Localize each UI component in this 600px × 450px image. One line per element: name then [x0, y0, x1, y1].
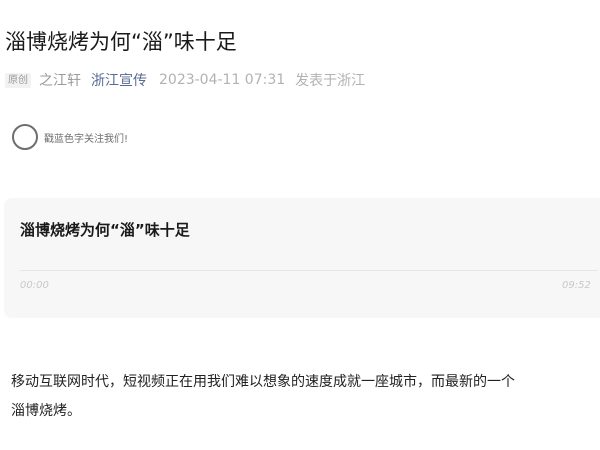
- publish-location: 发表于浙江: [295, 73, 366, 89]
- paragraph-line: 淄博烧烤。: [11, 403, 81, 419]
- article-page: 淄博烧烤为何“淄”味十足 原创 之江轩 浙江宣传 2023-04-11 07:3…: [0, 0, 600, 450]
- circle-icon: [12, 124, 38, 150]
- account-link[interactable]: 浙江宣传: [91, 70, 147, 90]
- article-title: 淄博烧烤为何“淄”味十足: [5, 30, 237, 54]
- original-badge: 原创: [5, 72, 31, 88]
- publish-time: 2023-04-11 07:31: [159, 72, 286, 88]
- audio-total-time: 09:52: [562, 280, 591, 291]
- paragraph-line: 移动互联网时代，短视频正在用我们难以想象的速度成就一座城市，而最新的一个: [11, 374, 515, 390]
- article-paragraph: 移动互联网时代，短视频正在用我们难以想象的速度成就一座城市，而最新的一个 淄博烧烤…: [11, 368, 600, 426]
- audio-title: 淄博烧烤为何“淄”味十足: [20, 221, 190, 239]
- audio-progress-bar[interactable]: [20, 270, 598, 271]
- follow-text: 戳蓝色字关注我们!: [44, 133, 129, 145]
- article-meta: 原创 之江轩 浙江宣传 2023-04-11 07:31 发表于浙江: [5, 70, 365, 90]
- author-name: 之江轩: [39, 73, 81, 89]
- audio-current-time: 00:00: [20, 280, 49, 291]
- follow-prompt: 戳蓝色字关注我们!: [12, 124, 128, 150]
- audio-player[interactable]: 淄博烧烤为何“淄”味十足 00:00 09:52: [4, 198, 600, 318]
